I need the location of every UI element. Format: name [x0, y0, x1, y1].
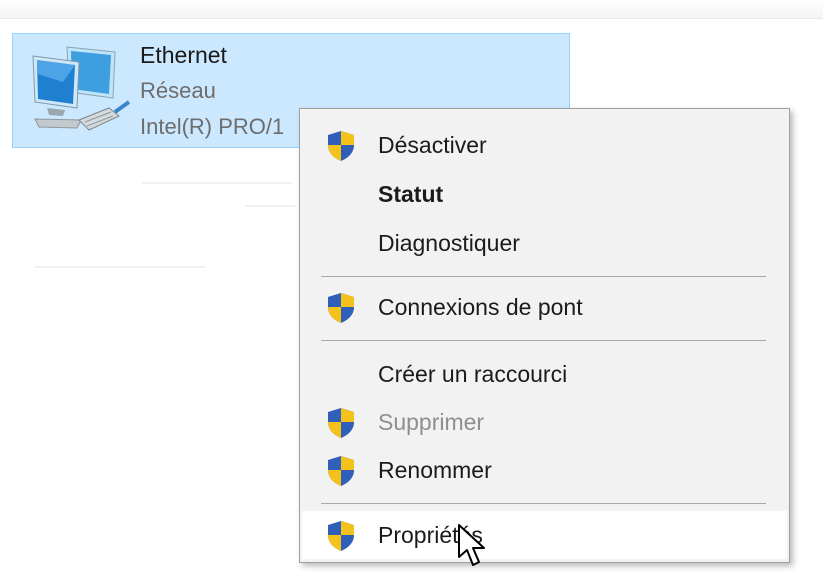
adapter-name: Ethernet — [140, 42, 227, 68]
uac-shield-icon — [328, 408, 354, 438]
menu-separator — [321, 276, 766, 277]
menu-item-label: Statut — [378, 181, 444, 207]
menu-item-renommer[interactable]: Renommer — [302, 446, 787, 494]
context-menu: Désactiver Statut Diagnostiquer Connexio… — [299, 108, 790, 563]
menu-item-label: Renommer — [378, 457, 492, 483]
menu-item-connexions-de-pont[interactable]: Connexions de pont — [302, 283, 787, 331]
menu-item-diagnostiquer[interactable]: Diagnostiquer — [302, 219, 787, 267]
adapter-device-name: Intel(R) PRO/1 — [140, 114, 285, 139]
menu-item-label: Désactiver — [378, 132, 487, 158]
menu-item-label: Connexions de pont — [378, 294, 583, 320]
arrow-cursor-icon — [458, 524, 485, 566]
faint-row — [35, 266, 205, 268]
uac-shield-icon — [328, 456, 354, 486]
menu-item-creer-un-raccourci[interactable]: Créer un raccourci — [302, 350, 787, 398]
menu-item-desactiver[interactable]: Désactiver — [302, 121, 787, 169]
menu-item-statut[interactable]: Statut — [302, 170, 787, 218]
uac-shield-icon — [328, 131, 354, 161]
faint-row — [142, 182, 292, 184]
menu-item-supprimer[interactable]: Supprimer — [302, 398, 787, 446]
menu-separator — [321, 340, 766, 341]
uac-shield-icon — [328, 293, 354, 323]
faint-row — [245, 205, 295, 207]
menu-separator — [321, 503, 766, 504]
menu-item-label: Supprimer — [378, 409, 485, 435]
network-adapter-icon — [32, 46, 131, 131]
menu-item-label: Créer un raccourci — [378, 361, 568, 387]
menu-item-label: Diagnostiquer — [378, 230, 520, 256]
menu-item-proprietes[interactable]: Propriétés — [302, 511, 787, 559]
window-top-strip — [0, 0, 823, 19]
uac-shield-icon — [328, 521, 354, 551]
adapter-status: Réseau — [140, 78, 216, 103]
